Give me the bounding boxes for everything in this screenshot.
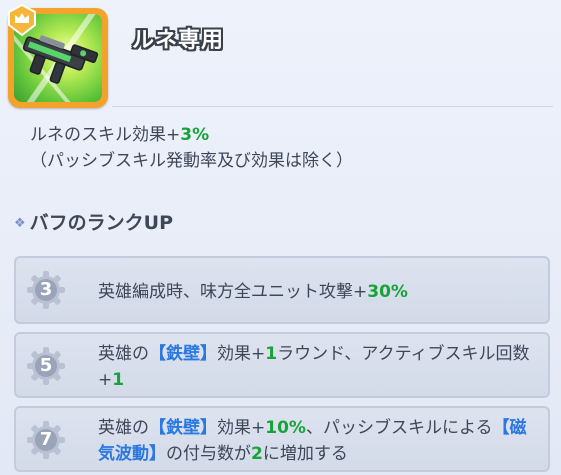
description-text: ルネのスキル効果+	[30, 125, 181, 145]
description-note: （パッシブスキル発動率及び効果は除く）	[30, 151, 353, 171]
crown-badge-icon	[8, 3, 36, 37]
rank-effect-text: 効果+	[217, 418, 266, 438]
gear-icon: 7	[26, 420, 66, 460]
rank-effect-value: 2	[251, 444, 263, 464]
rank-effect-value: 1	[112, 370, 125, 390]
rank-keyword: 【鉄壁】	[149, 418, 217, 438]
rank-level: 7	[39, 429, 53, 450]
rank-effect: 英雄の【鉄壁】効果+10%、パッシブスキルによる【磁気波動】の付与数が2に増加す…	[98, 415, 538, 467]
rank-row-5: 5 英雄の【鉄壁】効果+1ラウンド、アクティブスキル回数+1	[14, 332, 550, 398]
rank-effect: 英雄の【鉄壁】効果+1ラウンド、アクティブスキル回数+1	[98, 341, 538, 393]
rank-effect-text: に増加する	[262, 444, 348, 464]
item-title: ルネ専用	[132, 28, 225, 53]
rank-effect-value: 30%	[367, 282, 408, 302]
rank-effect: 英雄編成時、味方全ユニット攻撃+30%	[98, 279, 538, 305]
diamond-bullet-icon: ❖	[14, 216, 26, 231]
rank-effect-text: 効果+	[217, 344, 266, 364]
rank-effect-text: 英雄の	[98, 418, 149, 438]
rank-effect-text: 英雄の	[98, 344, 149, 364]
section-title: バフのランクUP	[29, 212, 174, 234]
rank-effect-text: の付与数が	[166, 444, 251, 464]
weapon-icon-card	[8, 3, 108, 108]
rank-effect-value: 1	[265, 344, 278, 364]
rank-level: 3	[39, 279, 53, 300]
section-heading: ❖ バフのランクUP	[14, 208, 173, 235]
item-description: ルネのスキル効果+3% （パッシブスキル発動率及び効果は除く）	[30, 122, 530, 174]
gear-icon: 3	[26, 270, 66, 310]
rank-row-7: 7 英雄の【鉄壁】効果+10%、パッシブスキルによる【磁気波動】の付与数が2に増…	[14, 406, 550, 472]
gear-icon: 5	[26, 346, 66, 386]
rank-keyword: 【鉄壁】	[149, 344, 217, 364]
rank-level: 5	[39, 355, 53, 376]
header-divider	[112, 106, 553, 107]
rank-row-3: 3 英雄編成時、味方全ユニット攻撃+30%	[14, 256, 550, 324]
rank-effect-value: 10%	[265, 418, 306, 438]
rank-effect-text: 英雄編成時、味方全ユニット攻撃+	[98, 282, 368, 302]
description-value: 3%	[180, 125, 210, 145]
rank-effect-text: 、パッシブスキルによる	[305, 418, 493, 438]
